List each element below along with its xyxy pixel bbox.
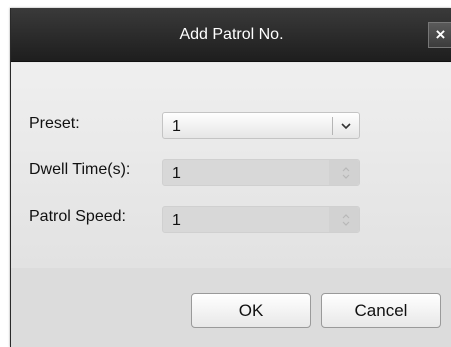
ok-button[interactable]: OK [191,293,311,328]
close-icon[interactable]: × [428,22,451,48]
dwell-time-label: Dwell Time(s): [29,161,131,178]
chevron-down-icon[interactable] [341,121,351,131]
patrol-speed-label: Patrol Speed: [29,208,126,225]
dialog-titlebar[interactable]: Add Patrol No. × [11,8,451,62]
preset-value: 1 [172,118,181,135]
dwell-time-value: 1 [172,165,181,182]
stepper-icon[interactable] [342,212,350,228]
patrol-speed-value: 1 [172,212,181,229]
add-patrol-dialog: Add Patrol No. × Preset: 1 Dwell Time(s)… [10,8,451,347]
stepper-icon[interactable] [342,165,350,181]
patrol-speed-field[interactable]: 1 [162,206,360,233]
preset-label: Preset: [29,115,80,132]
dialog-title: Add Patrol No. [179,26,284,43]
select-divider [332,117,333,135]
preset-select[interactable]: 1 [162,112,360,139]
cancel-button[interactable]: Cancel [321,293,441,328]
dialog-body: Preset: 1 Dwell Time(s): 1 Patrol Speed:… [11,63,451,268]
dwell-time-field[interactable]: 1 [162,159,360,186]
